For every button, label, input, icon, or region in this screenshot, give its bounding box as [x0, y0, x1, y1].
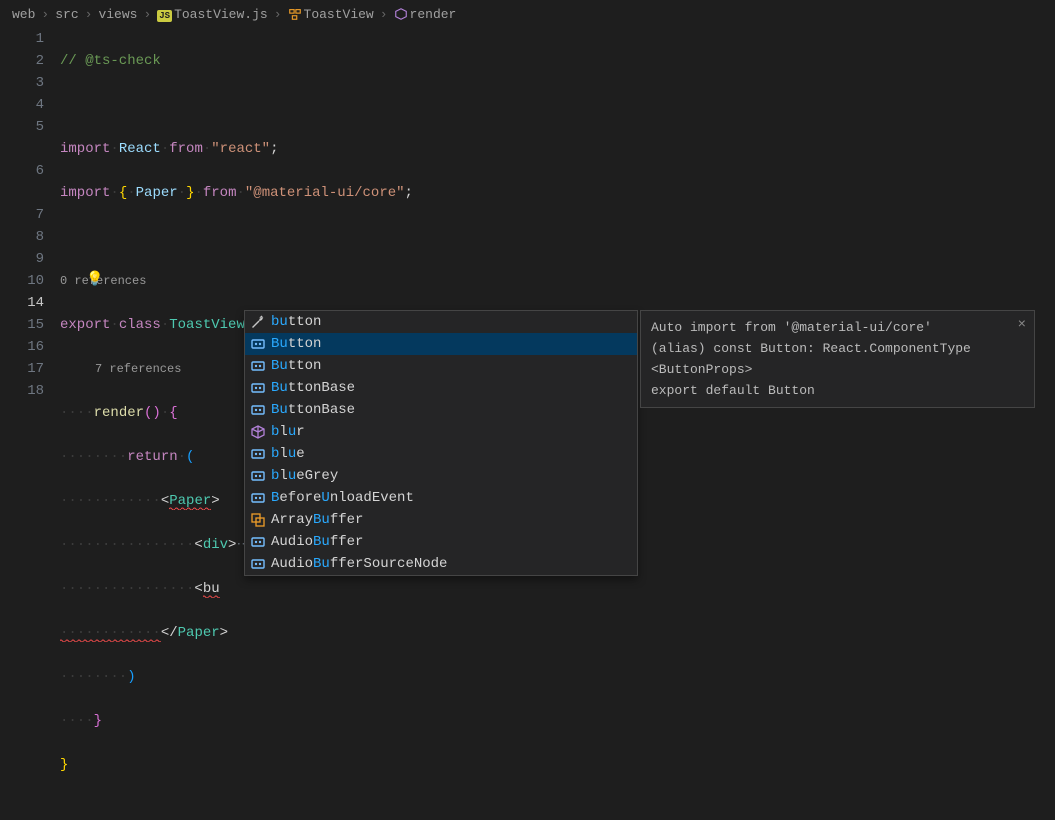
suggest-item-label: ButtonBase [271, 380, 355, 396]
detail-text: Auto import from '@material-ui/core' [651, 317, 1024, 338]
suggest-item[interactable]: AudioBuffer [245, 531, 637, 553]
detail-text: (alias) const Button: React.ComponentTyp… [651, 338, 1024, 359]
suggest-item-label: button [271, 314, 321, 330]
detail-text: export default Button [651, 380, 1024, 401]
breadcrumb-item[interactable]: web [12, 7, 35, 22]
suggest-details: × Auto import from '@material-ui/core' (… [640, 310, 1035, 408]
code-text: // @ts-check [60, 53, 161, 69]
var-icon [249, 358, 267, 374]
suggest-item-label: blue [271, 446, 305, 462]
var-icon [249, 556, 267, 572]
breadcrumb-symbol-method[interactable]: render [394, 7, 457, 22]
suggest-item[interactable]: blueGrey [245, 465, 637, 487]
var-icon [249, 402, 267, 418]
suggest-item[interactable]: ArrayBuffer [245, 509, 637, 531]
breadcrumb-file[interactable]: JSToastView.js [157, 7, 267, 22]
suggest-widget[interactable]: button Button Button ButtonBase ButtonBase bl… [244, 310, 638, 576]
suggest-item-label: ButtonBase [271, 402, 355, 418]
cube-icon [249, 424, 267, 440]
suggest-item[interactable]: blue [245, 443, 637, 465]
suggest-item[interactable]: button [245, 311, 637, 333]
suggest-item[interactable]: BeforeUnloadEvent [245, 487, 637, 509]
class-icon [288, 7, 302, 21]
var-icon [249, 534, 267, 550]
line-number-gutter: 1 2 3 4 5 6 7 8 9 10 14 15 16 17 18 [0, 28, 60, 602]
var-icon [249, 336, 267, 352]
enum-icon [249, 512, 267, 528]
suggest-item[interactable]: Button [245, 355, 637, 377]
var-icon [249, 468, 267, 484]
breadcrumb: web › src › views › JSToastView.js › Toa… [0, 0, 1055, 28]
chevron-right-icon: › [274, 7, 282, 22]
var-icon [249, 446, 267, 462]
suggest-item-label: BeforeUnloadEvent [271, 490, 414, 506]
wrench-icon [249, 314, 267, 330]
detail-text: <ButtonProps> [651, 359, 1024, 380]
suggest-item-label: AudioBufferSourceNode [271, 556, 447, 572]
suggest-item-label: blur [271, 424, 305, 440]
breadcrumb-item[interactable]: src [55, 7, 78, 22]
suggest-item[interactable]: ButtonBase [245, 399, 637, 421]
chevron-right-icon: › [85, 7, 93, 22]
js-file-icon: JS [157, 10, 172, 22]
var-icon [249, 490, 267, 506]
breadcrumb-symbol-class[interactable]: ToastView [288, 7, 374, 22]
lightbulb-icon[interactable]: 💡 [86, 269, 103, 291]
chevron-right-icon: › [143, 7, 151, 22]
chevron-right-icon: › [380, 7, 388, 22]
suggest-item-label: ArrayBuffer [271, 512, 363, 528]
breadcrumb-item[interactable]: views [98, 7, 137, 22]
suggest-item-label: Button [271, 336, 321, 352]
close-icon[interactable]: × [1018, 315, 1026, 336]
suggest-item-label: blueGrey [271, 468, 338, 484]
codelens-references[interactable]: 0 references [60, 270, 1055, 292]
suggest-item-label: Button [271, 358, 321, 374]
suggest-item[interactable]: Button [245, 333, 637, 355]
suggest-item[interactable]: blur [245, 421, 637, 443]
suggest-item-label: AudioBuffer [271, 534, 363, 550]
suggest-item[interactable]: AudioBufferSourceNode [245, 553, 637, 575]
var-icon [249, 380, 267, 396]
chevron-right-icon: › [41, 7, 49, 22]
method-icon [394, 7, 408, 21]
suggest-item[interactable]: ButtonBase [245, 377, 637, 399]
